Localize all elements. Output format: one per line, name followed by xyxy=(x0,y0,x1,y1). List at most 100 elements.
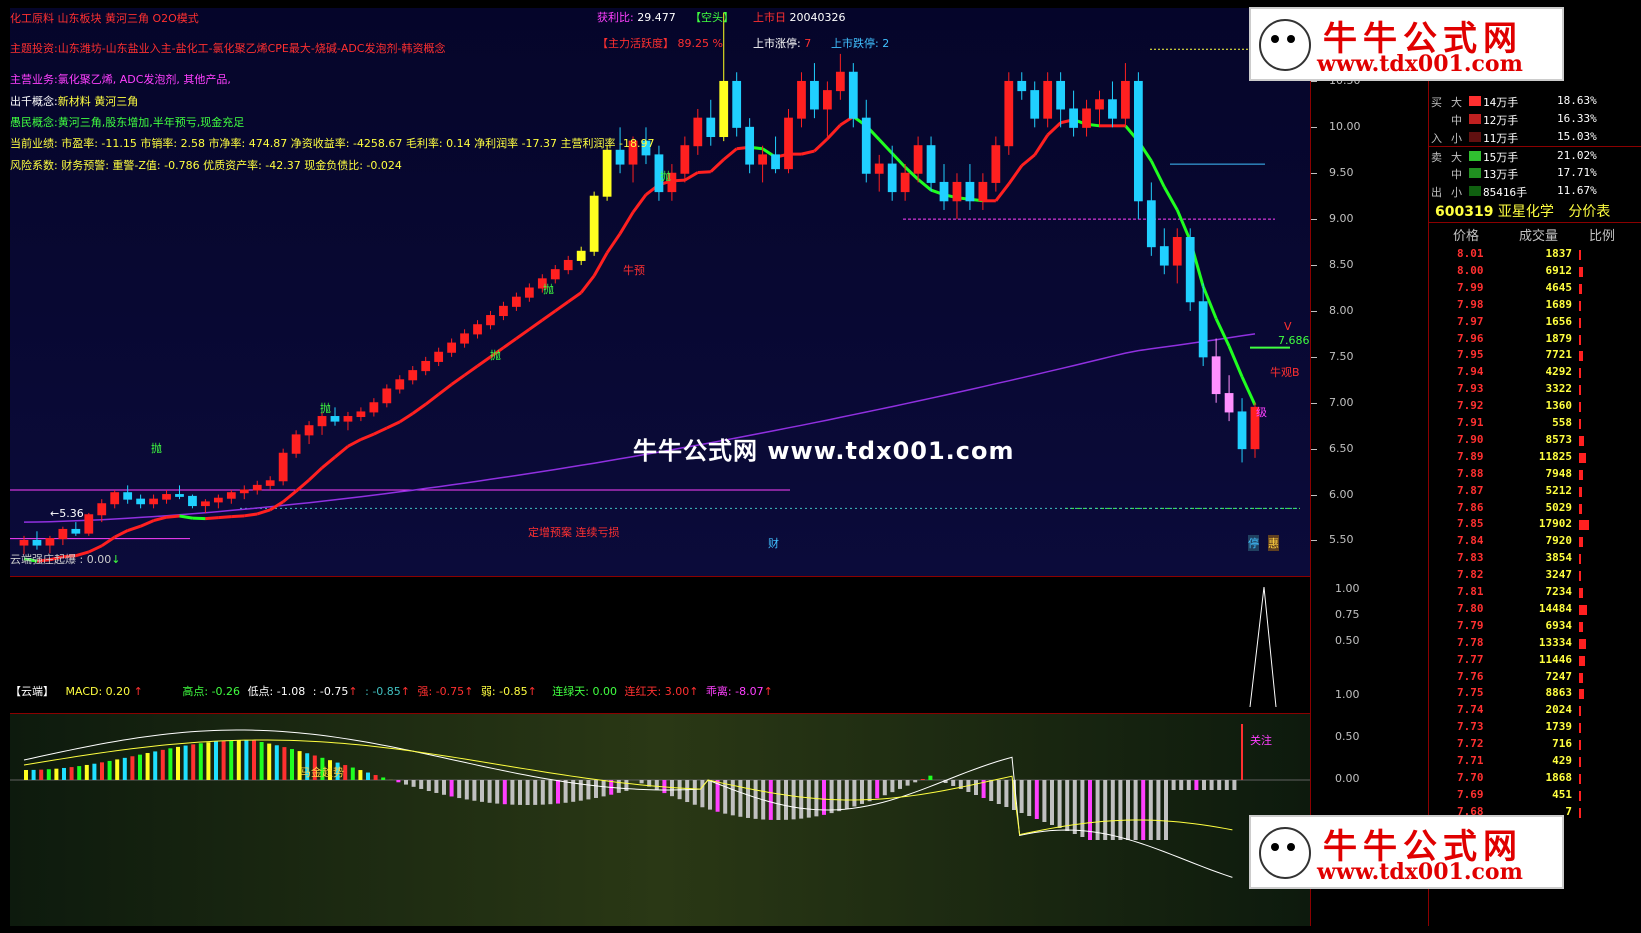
macd-bar xyxy=(168,748,173,780)
ma-short-segment xyxy=(1007,164,1023,185)
price-row: 7.91 558 xyxy=(1429,415,1641,432)
ratio-bar xyxy=(1579,266,1583,277)
center-watermark: 牛牛公式网 www.tdx001.com xyxy=(633,437,1015,465)
profit-ratio: 获利比: 29.477 xyxy=(597,11,676,24)
bottom-watermark-logo: 牛牛公式网 www.tdx001.com xyxy=(1249,815,1564,889)
bull-buy-mark: 牛观B xyxy=(1270,366,1300,379)
price-cell: 7.85 xyxy=(1457,517,1484,531)
candle-body xyxy=(1095,99,1104,110)
ratio-bar xyxy=(1579,300,1581,311)
business-info: 主营业务:氯化聚乙烯, ADC发泡剂, 其他产品, xyxy=(10,73,231,86)
candle-body xyxy=(486,315,495,326)
fool-concept: 愚民概念:黄河三角,股东增加,半年预亏,现金充足 xyxy=(10,116,245,129)
price-cell: 7.79 xyxy=(1457,618,1484,632)
candle-body xyxy=(797,80,806,119)
volume-cell: 2024 xyxy=(1545,703,1573,717)
flow-color-swatch xyxy=(1469,168,1481,178)
macd-panel[interactable] xyxy=(10,714,1311,926)
ma-short-segment xyxy=(722,147,738,161)
price-tick: 8.00 xyxy=(1329,303,1354,317)
candle-body xyxy=(421,360,431,372)
macd-bar xyxy=(1050,780,1054,825)
macd-bar xyxy=(480,780,484,802)
macd-bar xyxy=(624,780,629,791)
price-cell: 7.82 xyxy=(1457,568,1484,582)
macd-bar xyxy=(875,780,880,799)
candle-body xyxy=(1017,80,1027,92)
volume-cell: 3854 xyxy=(1545,551,1573,565)
ma-short-segment xyxy=(801,149,815,156)
finance-mark: 财 xyxy=(768,537,779,550)
sell-mark: 抛 xyxy=(543,283,554,296)
halt-mark: 停 xyxy=(1248,535,1259,551)
price-row: 7.76 7247 xyxy=(1429,669,1641,686)
money-flow-row: 出小 85416手 11.67% xyxy=(1429,182,1641,200)
ma-long-line xyxy=(23,333,1256,523)
price-cell: 7.69 xyxy=(1457,787,1484,801)
ma-short-segment xyxy=(994,183,1010,202)
macd-chart xyxy=(10,724,1310,878)
volume-cell: 5212 xyxy=(1545,483,1573,497)
flow-side: 卖 xyxy=(1431,151,1442,164)
ratio-bar xyxy=(1579,790,1581,801)
ma-short-segment xyxy=(541,309,557,322)
price-cell: 7.88 xyxy=(1457,466,1484,480)
ma-short-segment xyxy=(1227,345,1244,378)
tick-mark xyxy=(1311,173,1317,175)
flow-size: 小 xyxy=(1451,132,1462,145)
macd-bar xyxy=(594,780,598,798)
candlestick-chart[interactable] xyxy=(10,8,1310,576)
candle-body xyxy=(1146,200,1156,248)
candle-body xyxy=(136,498,146,505)
ratio-bar xyxy=(1579,723,1581,734)
main-chart-panel[interactable] xyxy=(10,8,1311,577)
ratio-bar xyxy=(1579,368,1581,379)
macd-bar xyxy=(54,768,59,780)
ma-short-segment xyxy=(437,383,453,396)
macd-bar xyxy=(1095,780,1100,840)
ma-short-segment xyxy=(1240,376,1257,406)
candle-body xyxy=(32,539,42,546)
macd-bar xyxy=(290,749,294,780)
macd-bar xyxy=(122,757,127,780)
flow-volume: 14万手 xyxy=(1483,96,1519,109)
macd-bar xyxy=(913,780,918,783)
volume-cell: 4292 xyxy=(1545,365,1573,379)
macd-bar xyxy=(472,780,477,801)
macd-bar xyxy=(791,780,796,820)
ma-short-segment xyxy=(1214,317,1231,347)
indicator-tick: 0.50 xyxy=(1335,634,1360,647)
macd-bar xyxy=(806,780,811,818)
volume-cell: 7721 xyxy=(1545,348,1573,362)
candle-body xyxy=(278,452,288,482)
flow-size: 中 xyxy=(1451,168,1462,181)
macd-bar xyxy=(1019,780,1024,813)
price-row: 7.96 1879 xyxy=(1429,331,1641,348)
macd-bar xyxy=(753,780,758,819)
candle-body xyxy=(758,154,767,165)
candle-body xyxy=(706,117,716,138)
candle-body xyxy=(1082,108,1091,128)
price-cell: 7.95 xyxy=(1457,348,1484,362)
volume-cell: 11825 xyxy=(1538,449,1572,463)
candle-body xyxy=(1224,393,1234,413)
candle-body xyxy=(810,80,819,110)
level-mark: 级 xyxy=(1256,406,1267,419)
macd-bar xyxy=(244,740,249,780)
ma-short-segment xyxy=(386,420,401,430)
macd-bar xyxy=(563,780,568,803)
ma-short-segment xyxy=(813,137,829,153)
flow-side: 买 xyxy=(1431,96,1442,109)
macd-bar xyxy=(639,780,644,784)
macd-bar xyxy=(1027,780,1032,816)
cow-logo-icon xyxy=(1259,827,1311,879)
candle-body xyxy=(252,484,262,491)
macd-bar xyxy=(1103,780,1108,840)
ma-short-segment xyxy=(1046,121,1062,137)
price-row: 7.71 429 xyxy=(1429,753,1641,770)
macd-bar xyxy=(259,741,264,780)
macd-bar xyxy=(1232,780,1237,790)
flow-volume: 13万手 xyxy=(1483,168,1519,181)
price-row: 7.85 17902 xyxy=(1429,516,1641,533)
flow-percent: 16.33% xyxy=(1557,112,1597,125)
